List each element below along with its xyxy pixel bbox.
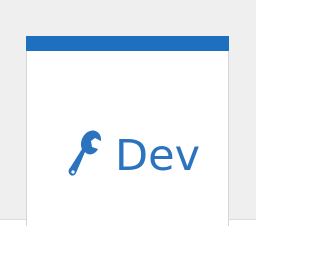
card-accent-bar [26, 36, 229, 51]
card-content: Dev [67, 128, 200, 184]
dev-environment-card[interactable]: Dev [26, 36, 229, 226]
environment-tile-view: Dev [0, 0, 256, 256]
wrench-icon [67, 128, 103, 184]
card-label: Dev [115, 130, 201, 181]
